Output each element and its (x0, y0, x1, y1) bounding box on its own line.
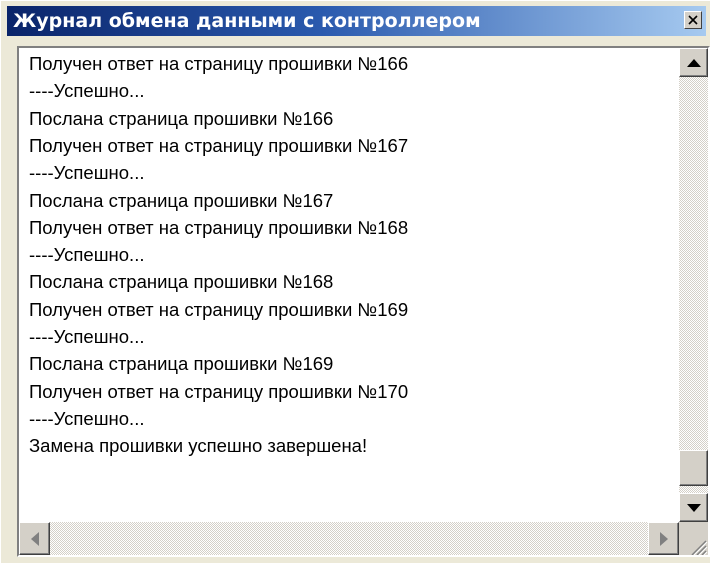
close-button[interactable] (684, 11, 702, 29)
close-icon (688, 15, 698, 25)
log-line: Послана страница прошивки №166 (29, 107, 334, 129)
log-line: ----Успешно... (29, 326, 145, 347)
scroll-up-button[interactable] (679, 48, 708, 77)
log-line: Послана страница прошивки №168 (29, 271, 334, 293)
log-line: Замена прошивки успешно завершена! (29, 435, 368, 457)
log-line: ----Успешно... (29, 407, 145, 429)
title-bar[interactable]: Журнал обмена данными с контроллером (7, 6, 706, 36)
log-line: ----Успешно... (29, 244, 145, 266)
window-title: Журнал обмена данными с контроллером (13, 10, 481, 32)
log-text-area[interactable]: Получен ответ на страницу прошивки №166 -… (19, 48, 679, 522)
log-line: Получен ответ на страницу прошивки №167 (29, 134, 409, 156)
vertical-scrollbar[interactable] (679, 48, 708, 522)
scroll-left-button[interactable] (19, 522, 50, 555)
log-line: Получен ответ на страницу прошивки №170 (29, 380, 409, 402)
scroll-down-button[interactable] (679, 493, 708, 522)
log-panel: Получен ответ на страницу прошивки №166 -… (17, 46, 710, 557)
log-line: Получен ответ на страницу прошивки №166 (29, 53, 409, 74)
log-line: ----Успешно... (29, 162, 145, 184)
arrow-right-icon (660, 532, 668, 546)
size-grip[interactable] (679, 522, 708, 555)
vertical-scroll-thumb[interactable] (679, 450, 708, 486)
log-window: Журнал обмена данными с контроллером Пол… (0, 0, 711, 564)
arrow-up-icon (687, 59, 701, 67)
scroll-right-button[interactable] (648, 522, 679, 555)
horizontal-scrollbar[interactable] (19, 522, 679, 555)
arrow-left-icon (31, 532, 39, 546)
arrow-down-icon (687, 504, 701, 512)
log-line: Послана страница прошивки №167 (29, 189, 334, 211)
resize-grip-icon (691, 540, 708, 555)
log-line: Получен ответ на страницу прошивки №168 (29, 216, 409, 238)
log-line: Получен ответ на страницу прошивки №169 (29, 298, 409, 320)
log-line: ----Успешно... (29, 80, 145, 102)
log-line: Послана страница прошивки №169 (29, 353, 334, 375)
